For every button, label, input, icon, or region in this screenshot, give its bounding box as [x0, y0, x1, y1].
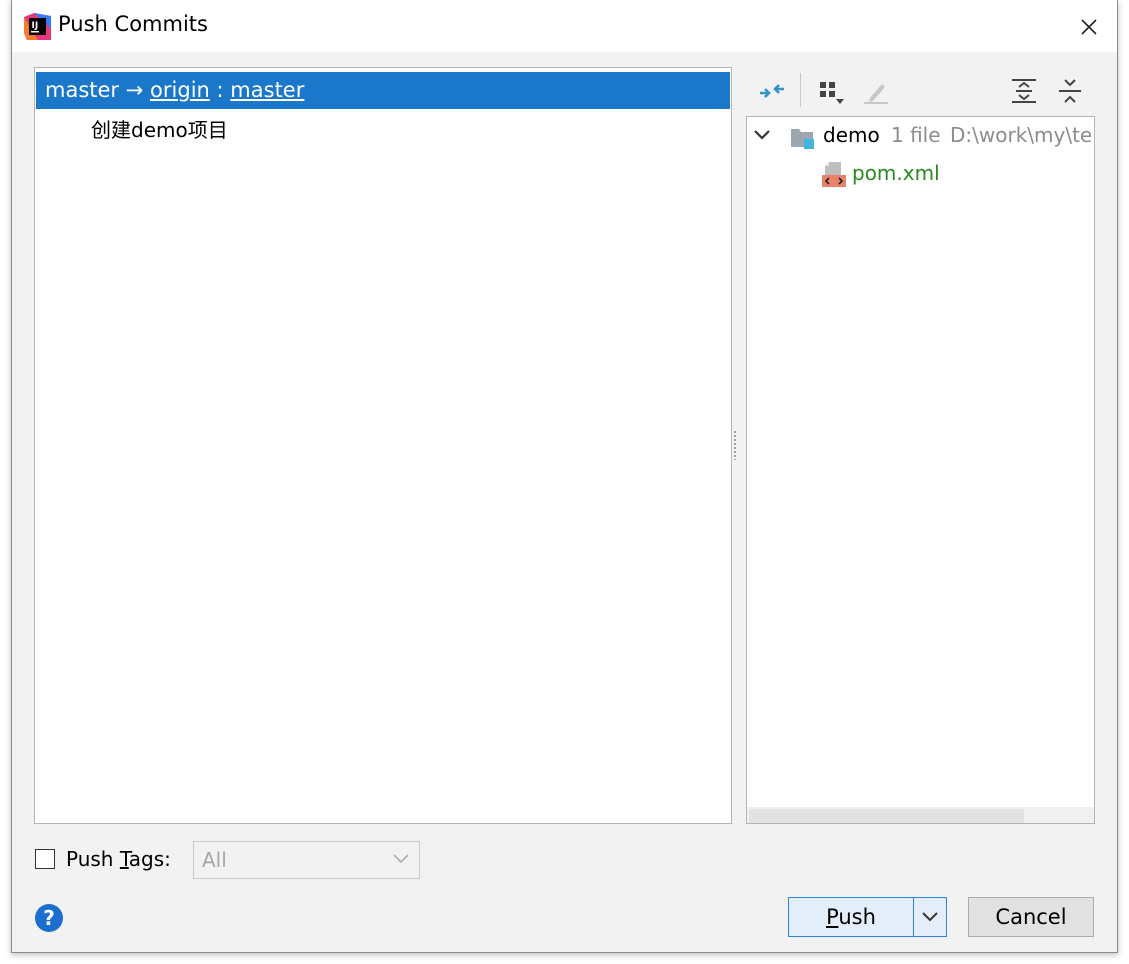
scrollbar-thumb[interactable]: [749, 809, 1024, 823]
horizontal-scrollbar[interactable]: [747, 807, 1094, 823]
local-branch: master: [45, 78, 120, 102]
module-folder-icon: [791, 129, 814, 149]
chevron-down-icon[interactable]: [753, 128, 771, 142]
cancel-button[interactable]: Cancel: [968, 897, 1094, 937]
push-tags-select: All: [193, 841, 420, 879]
file-count: 1 file: [891, 123, 941, 147]
expand-all-icon[interactable]: [1010, 77, 1038, 105]
splitter-handle[interactable]: [733, 430, 737, 460]
module-name: demo: [823, 123, 880, 147]
group-by-icon[interactable]: [818, 78, 846, 106]
dialog-title: Push Commits: [58, 12, 208, 36]
toolbar-separator: [800, 73, 801, 107]
file-name: pom.xml: [852, 161, 940, 185]
push-tags-label[interactable]: Push Tags:: [66, 847, 171, 871]
show-diff-icon[interactable]: [758, 77, 786, 105]
push-button[interactable]: Push: [789, 898, 913, 936]
push-options-dropdown-icon[interactable]: [914, 898, 946, 936]
select-value: All: [202, 848, 227, 872]
push-arrow: →: [125, 78, 144, 102]
module-path: D:\work\my\te: [950, 123, 1093, 147]
intellij-app-icon: IJ: [24, 13, 51, 40]
commits-tree[interactable]: master → origin : master 创建demo项目: [34, 67, 732, 824]
push-tags-checkbox[interactable]: [35, 849, 55, 869]
chevron-down-icon: [393, 854, 409, 864]
close-icon[interactable]: [1077, 15, 1101, 39]
push-button-group[interactable]: Push: [788, 897, 947, 937]
changes-tree[interactable]: demo 1 file D:\work\my\te pom.xml: [746, 116, 1095, 824]
svg-text:IJ: IJ: [32, 21, 39, 31]
xml-file-icon: [822, 162, 846, 187]
help-icon[interactable]: ?: [35, 904, 63, 932]
title-bar: IJ Push Commits: [12, 0, 1117, 52]
remote-link[interactable]: origin: [150, 78, 210, 102]
branch-separator: :: [216, 78, 224, 102]
edit-icon: [864, 84, 888, 104]
branch-row[interactable]: master → origin : master: [36, 72, 730, 109]
commit-item[interactable]: 创建demo项目: [91, 114, 228, 143]
collapse-all-icon[interactable]: [1056, 77, 1084, 105]
remote-branch-link[interactable]: master: [230, 78, 304, 102]
push-commits-dialog: IJ Push Commits master → origin : master…: [11, 0, 1118, 953]
